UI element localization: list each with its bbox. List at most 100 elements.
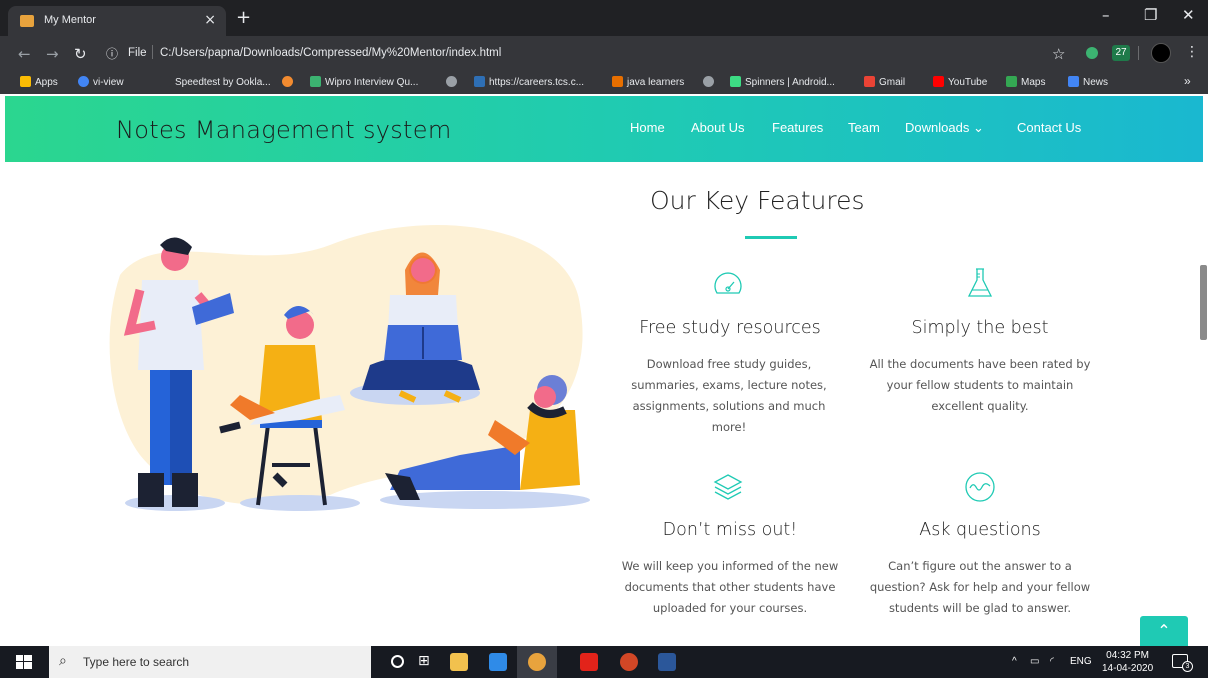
bookmark-star-icon[interactable]: ☆	[1052, 45, 1065, 63]
restore-icon[interactable]: ❐	[1144, 6, 1157, 24]
task-view-icon[interactable]: ⊞	[418, 653, 430, 669]
feature-title-simply-best: Simply the best	[911, 318, 1049, 338]
browser-menu-icon[interactable]: ⋮	[1185, 44, 1199, 60]
bookmark-java-learners[interactable]: java learners	[612, 76, 684, 88]
minimize-icon[interactable]: –	[1102, 6, 1110, 24]
taskbar-search-box[interactable]: ⌕ Type here to search	[49, 646, 371, 678]
forward-icon[interactable]: →	[46, 45, 59, 63]
notification-count-badge: 3	[1182, 661, 1193, 672]
tray-overflow-icon[interactable]: ^	[1012, 656, 1017, 667]
cortana-icon[interactable]	[391, 655, 404, 668]
word-icon[interactable]	[658, 653, 676, 671]
feature-desc-ask-questions: Can’t figure out the answer to a questio…	[869, 559, 1091, 615]
pulse-icon	[965, 472, 995, 502]
clock-time: 04:32 PM	[1106, 650, 1149, 661]
powerpoint-icon[interactable]	[620, 653, 638, 671]
bookmark-tcs[interactable]: https://careers.tcs.c...	[474, 76, 584, 88]
window-close-icon[interactable]: ✕	[1182, 6, 1195, 24]
browser-tab[interactable]: My Mentor ×	[8, 6, 226, 36]
omnibox-divider	[152, 45, 153, 59]
bookmark-vi-view[interactable]: vi-view	[78, 76, 124, 88]
more-bookmarks-button[interactable]: »	[1184, 74, 1191, 88]
bookmark-gmail[interactable]: Gmail	[864, 76, 905, 88]
chevron-up-icon: ⌃	[1157, 621, 1171, 640]
new-tab-button[interactable]: +	[236, 7, 251, 28]
vscode-icon[interactable]	[489, 653, 507, 671]
feature-title-ask-questions: Ask questions	[919, 520, 1041, 540]
nav-contact-us[interactable]: Contact Us	[1017, 120, 1081, 135]
students-reading-illustration	[109, 225, 590, 511]
windows-taskbar: ⌕ Type here to search ⊞ ^ ▭ ◜ ENG 04:32 …	[0, 646, 1208, 678]
site-brand[interactable]: Notes Management system	[116, 116, 452, 144]
extension-icon[interactable]	[1086, 47, 1098, 59]
tcs-icon	[474, 76, 485, 87]
site-header: Notes Management system Home About Us Fe…	[5, 96, 1203, 162]
bookmark-apps[interactable]: Apps	[20, 76, 58, 88]
browser-tab-strip: My Mentor × + – ❐ ✕	[0, 0, 1208, 36]
nav-home[interactable]: Home	[630, 120, 665, 135]
bookmark-bulb[interactable]	[282, 76, 297, 88]
bulb-icon	[282, 76, 293, 87]
battery-icon[interactable]: ▭	[1030, 656, 1039, 667]
nav-about-us[interactable]: About Us	[691, 120, 744, 135]
taskbar-clock[interactable]: 04:32 PM 14-04-2020	[1102, 649, 1153, 675]
reload-icon[interactable]: ↻	[74, 45, 87, 63]
nav-downloads[interactable]: Downloads ⌄	[905, 120, 984, 136]
tab-close-icon[interactable]: ×	[204, 12, 216, 28]
apps-grid-icon	[20, 76, 31, 87]
site-info-icon[interactable]: ⓘ	[106, 45, 118, 62]
chrome-icon	[78, 76, 89, 87]
nav-team[interactable]: Team	[848, 120, 880, 135]
android-icon	[730, 76, 741, 87]
flask-icon	[967, 268, 993, 297]
chrome-taskbar-icon[interactable]	[528, 653, 546, 671]
news-icon	[1068, 76, 1079, 87]
windows-start-icon[interactable]	[16, 655, 32, 669]
bookmark-youtube[interactable]: YouTube	[933, 76, 987, 88]
layers-icon	[713, 474, 743, 500]
profile-avatar[interactable]	[1151, 43, 1171, 63]
heading-underline	[745, 236, 797, 239]
nav-downloads-label: Downloads	[905, 120, 970, 135]
address-bar[interactable]: ⓘ File C:/Users/papna/Downloads/Compress…	[100, 42, 1080, 66]
calendar-extension-icon[interactable]: 27	[1112, 45, 1130, 61]
page-scrollbar-thumb[interactable]	[1200, 265, 1207, 340]
feature-desc-dont-miss: We will keep you informed of the new doc…	[621, 559, 839, 615]
feature-title-free-study: Free study resources	[639, 318, 821, 338]
search-icon: ⌕	[59, 653, 67, 669]
file-scheme-label: File	[128, 47, 147, 59]
speedtest-icon	[160, 76, 171, 87]
tab-title: My Mentor	[44, 14, 96, 26]
file-explorer-icon[interactable]	[450, 653, 468, 671]
url-text[interactable]: C:/Users/papna/Downloads/Compressed/My%2…	[160, 47, 501, 59]
site-favicon-icon	[20, 15, 34, 27]
java-icon	[612, 76, 623, 87]
feature-title-dont-miss: Don’t miss out!	[662, 520, 798, 540]
nav-features[interactable]: Features	[772, 120, 823, 135]
bookmark-news[interactable]: News	[1068, 76, 1108, 88]
chevron-down-icon: ⌄	[972, 120, 984, 135]
bookmark-wipro[interactable]: Wipro Interview Qu...	[310, 76, 418, 88]
acrobat-icon[interactable]	[580, 653, 598, 671]
bookmark-speedtest[interactable]: Speedtest by Ookla...	[160, 76, 271, 88]
feature-desc-simply-best: All the documents have been rated by you…	[869, 357, 1091, 413]
toolbar-divider	[1138, 46, 1139, 60]
back-to-top-button[interactable]: ⌃	[1140, 616, 1188, 646]
feature-desc-free-study: Download free study guides, summaries, e…	[631, 357, 827, 434]
maps-icon	[1006, 76, 1017, 87]
bookmark-maps[interactable]: Maps	[1006, 76, 1045, 88]
wifi-icon[interactable]: ◜	[1050, 656, 1054, 667]
youtube-icon	[933, 76, 944, 87]
address-toolbar: ← → ↻ ⓘ File C:/Users/papna/Downloads/Co…	[0, 36, 1208, 70]
bookmark-globe-2[interactable]	[703, 76, 718, 88]
search-placeholder: Type here to search	[83, 655, 190, 669]
language-indicator[interactable]: ENG	[1070, 656, 1092, 667]
globe-icon	[703, 76, 714, 87]
features-heading: Our Key Features	[650, 186, 865, 215]
speedometer-icon	[714, 272, 742, 294]
clock-date: 14-04-2020	[1102, 663, 1154, 674]
bookmark-globe-1[interactable]	[446, 76, 461, 88]
bookmark-spinners[interactable]: Spinners | Android...	[730, 76, 835, 88]
bookmarks-bar: Apps vi-view Speedtest by Ookla... Wipro…	[0, 70, 1208, 94]
back-icon[interactable]: ←	[18, 45, 31, 63]
